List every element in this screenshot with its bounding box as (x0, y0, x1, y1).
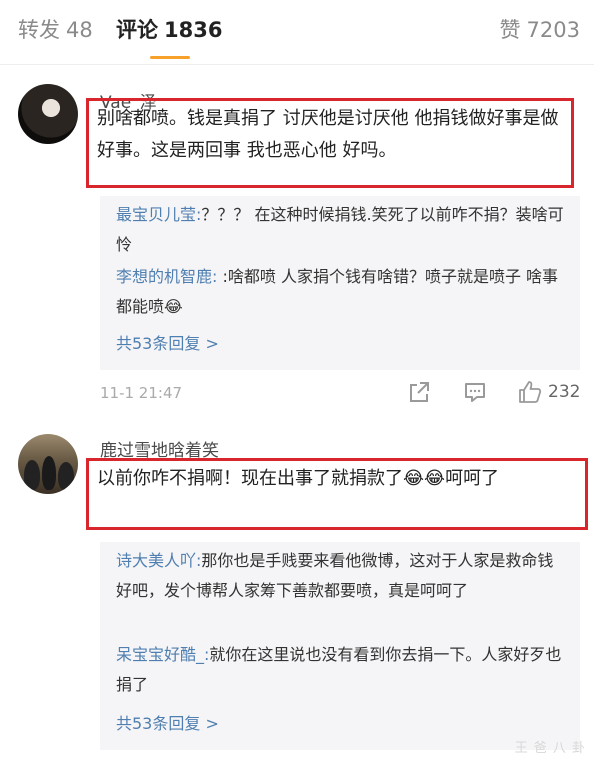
comment-icon[interactable] (464, 380, 486, 404)
comment-text: 以前你咋不捐啊！现在出事了就捐款了😂😂呵呵了 (86, 458, 588, 530)
comment-timestamp: 11-1 21:47 (100, 384, 183, 402)
tab-repost-count: 48 (66, 18, 93, 42)
tab-like-label: 赞 (499, 18, 521, 42)
avatar[interactable] (18, 434, 78, 494)
tab-like[interactable]: 赞 7203 (500, 14, 580, 44)
tab-like-count: 7203 (526, 18, 580, 42)
more-replies-link[interactable]: 共53条回复 > (116, 330, 219, 354)
comment-tabs: 转发 48 评论 1836 赞 7203 (0, 0, 594, 59)
reply-panel: 最宝贝儿莹:？？？ 在这种时候捐钱.笑死了以前咋不捐？装啥可怜 李想的机智鹿: … (100, 196, 580, 370)
share-icon[interactable] (408, 380, 430, 404)
reply-panel: 诗大美人吖:那你也是手贱要来看他微博，这对于人家是救命钱好吧，发个博帮人家筹下善… (100, 542, 580, 750)
tab-comment-count: 1836 (164, 18, 223, 42)
reply-username[interactable]: 呆宝宝好酷_: (116, 645, 209, 664)
reply-username[interactable]: 李想的机智鹿: (116, 267, 217, 286)
tab-comment[interactable]: 评论 1836 (116, 14, 222, 44)
tab-repost-label: 转发 (18, 18, 60, 42)
more-replies-link[interactable]: 共53条回复 > (116, 710, 219, 734)
avatar[interactable] (18, 84, 78, 144)
reply-item[interactable]: 呆宝宝好酷_:就你在这里说也没有看到你去捐一下。人家好歹也捐了 (116, 640, 566, 700)
like-count: 232 (548, 382, 581, 402)
like-icon[interactable] (518, 380, 542, 404)
divider (0, 64, 594, 65)
reply-username[interactable]: 诗大美人吖: (116, 551, 201, 570)
reply-item[interactable]: 最宝贝儿莹:？？？ 在这种时候捐钱.笑死了以前咋不捐？装啥可怜 (116, 200, 566, 260)
active-tab-indicator (150, 56, 190, 59)
reply-item[interactable]: 李想的机智鹿: :啥都喷 人家捐个钱有啥错？喷子就是喷子 啥事都能喷😂 (116, 262, 566, 322)
reply-item[interactable]: 诗大美人吖:那你也是手贱要来看他微博，这对于人家是救命钱好吧，发个博帮人家筹下善… (116, 546, 566, 606)
watermark: 王 爸 八 卦 (514, 741, 586, 756)
reply-username[interactable]: 最宝贝儿莹: (116, 205, 201, 224)
comment-text: 别啥都喷。钱是真捐了 讨厌他是讨厌他 他捐钱做好事是做好事。这是两回事 我也恶心… (86, 98, 574, 188)
tab-repost[interactable]: 转发 48 (18, 14, 93, 44)
tab-comment-label: 评论 (116, 18, 158, 42)
